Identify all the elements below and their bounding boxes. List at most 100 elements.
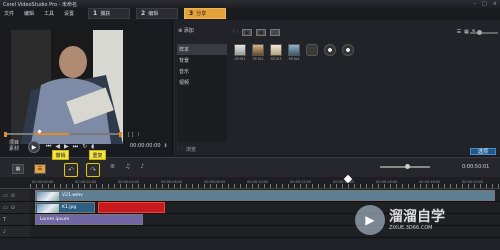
audio-thumbnail-icon (324, 44, 336, 56)
redo-button[interactable]: ↷ (86, 163, 100, 177)
timeline-ruler[interactable]: 00:00:00:00 00:00:02:00 00:00:04:00 00:0… (0, 177, 500, 189)
watermark-play-icon: ▶ (355, 205, 385, 235)
timeline-tools: ⊛ ♫ ♪ (110, 163, 144, 170)
redo-callout-label: 重复 (92, 152, 103, 159)
folder-backgrounds[interactable]: 背景 (177, 55, 227, 66)
timecode-value: 00:00:00:00 (130, 143, 161, 149)
auto-music-icon[interactable]: ♪ (140, 163, 144, 170)
thumbnail-name: SP-I02 (252, 57, 264, 61)
step-label: 捕获 (100, 11, 111, 17)
title-track-header: T (0, 214, 30, 226)
timecode[interactable]: 00:00:00:00 ⇕ (130, 143, 168, 149)
window-controls: – □ × (474, 1, 497, 7)
repeat-icon[interactable]: ↻ (82, 143, 87, 151)
timeline-zoom-knob[interactable] (405, 164, 410, 169)
thumbnail-size-knob[interactable] (477, 30, 482, 35)
clip-thumbnail (37, 192, 59, 201)
home-icon[interactable]: ⏮ (46, 143, 51, 151)
clip-name: V21.wmv (62, 193, 83, 198)
step-label: 分享 (196, 11, 207, 17)
voice-track-icon[interactable]: ♪ (3, 229, 6, 235)
step-number: 3 (189, 10, 194, 17)
play-mode-labels: 项目 素材 (9, 140, 19, 152)
close-icon[interactable]: × (493, 1, 497, 7)
clip-mode-label[interactable]: 素材 (9, 146, 19, 152)
thumbnail[interactable] (323, 44, 337, 61)
maximize-icon[interactable]: □ (482, 1, 487, 7)
video-track-icon[interactable]: ▭ (3, 193, 8, 199)
trim-start-marker[interactable] (4, 132, 7, 137)
play-button[interactable]: ▶ (28, 141, 40, 153)
undo-button[interactable]: ↶ (64, 163, 78, 177)
spinner-icon[interactable]: ⇕ (164, 143, 168, 149)
mixer-icon[interactable]: ♫ (125, 163, 130, 170)
app-title: Corel VideoStudio Pro - 未命名 (3, 1, 77, 8)
folder-samples[interactable]: 样本 (177, 44, 227, 55)
menu-edit[interactable]: 编辑 (24, 10, 34, 17)
list-view-icon[interactable]: ☰ (457, 29, 461, 35)
thumbnail[interactable] (305, 44, 319, 61)
menu-bar: 文件 编辑 工具 设置 1 捕获 2 编辑 3 分享 (0, 8, 500, 19)
options-button[interactable]: 选项 (470, 148, 496, 155)
menu-file[interactable]: 文件 (4, 10, 14, 17)
watermark-text-block: 溜溜自学 ZIXUE.3D66.COM (389, 209, 445, 231)
thumbnail[interactable]: SP-I02 (251, 44, 265, 61)
step-tab-edit[interactable]: 2 编辑 (136, 8, 178, 19)
options-label: 选项 (477, 149, 488, 155)
end-icon[interactable]: ⏭ (73, 143, 78, 151)
browse-row[interactable]: 🗀 浏览 (177, 146, 196, 154)
track-lock-icon[interactable]: ⊙ (11, 205, 15, 211)
step-tab-capture[interactable]: 1 捕获 (88, 8, 130, 19)
track-lock-icon[interactable]: ⊙ (11, 193, 15, 199)
trim-end-marker[interactable] (119, 132, 122, 137)
thumbnail-name: SP-I01 (234, 57, 246, 61)
timeline-view-button[interactable]: ☰ (34, 164, 46, 174)
undo-callout-label: 撤销 (55, 152, 66, 159)
main-menu: 文件 编辑 工具 设置 (4, 10, 82, 17)
thumbnail-image (270, 44, 282, 56)
folder-music[interactable]: 音乐 (177, 66, 227, 77)
thumbnail-view-icon[interactable]: ▦ (464, 29, 469, 35)
media-thumbnails: SP-I01 SP-I02 SP-I03 SP-I04 (233, 44, 355, 61)
split-icon[interactable]: ⌇ (138, 132, 140, 138)
selected-overlay-clip[interactable] (98, 202, 165, 213)
show-photo-toggle[interactable]: ▣ (256, 29, 267, 36)
add-folder-button[interactable]: ⊕ 添加 (178, 27, 194, 34)
add-label: 添加 (183, 28, 194, 34)
thumbnail-size-slider[interactable] (470, 32, 498, 34)
menu-tools[interactable]: 工具 (44, 10, 54, 17)
minimize-icon[interactable]: – (474, 1, 477, 7)
media-filters: 🗀 ▣ ▣ ♪ (233, 29, 281, 37)
show-video-toggle[interactable]: ▣ (242, 29, 253, 36)
thumbnail[interactable]: SP-I04 (287, 44, 301, 61)
ruler-ticks (30, 184, 500, 188)
video-clip[interactable]: V21.wmv (35, 190, 495, 201)
mark-in-out-icon[interactable]: [ ] (128, 132, 134, 138)
step-number: 2 (141, 10, 146, 17)
menu-settings[interactable]: 设置 (64, 10, 74, 17)
player-panel: [ ] ⌇ 项目 素材 ▶ ⏮ ◀ ▶ ⏭ ↻ ◖ 00:00:00:00 ⇕ (0, 20, 172, 155)
thumbnail-image (306, 44, 318, 56)
redo-icon: ↷ (90, 166, 96, 174)
step-tab-share[interactable]: 3 分享 (184, 8, 226, 19)
trim-buttons[interactable]: [ ] ⌇ (128, 132, 140, 138)
thumbnail[interactable]: SP-I03 (269, 44, 283, 61)
overlay-track-icon[interactable]: ▭ (3, 205, 8, 211)
storyboard-view-button[interactable]: ▦ (12, 164, 24, 174)
thumbnail-name: SP-I04 (288, 57, 300, 61)
title-clip[interactable]: Lorem ipsum (35, 214, 143, 225)
overlay-clip[interactable]: K1.jpg (35, 202, 95, 213)
thumbnail[interactable]: SP-I01 (233, 44, 247, 61)
browse-folder-icon[interactable]: 🗀 (177, 146, 182, 154)
show-audio-toggle[interactable]: ♪ (270, 29, 281, 36)
thumbnail[interactable] (341, 44, 355, 61)
folder-icon[interactable]: 🗀 (233, 29, 238, 37)
thumbnail-name: SP-I03 (270, 57, 282, 61)
title-track-icon[interactable]: T (3, 217, 6, 223)
scrubber[interactable] (4, 129, 122, 137)
watermark-subtext: ZIXUE.3D66.COM (389, 224, 433, 231)
clip-name: K1.jpg (62, 205, 77, 210)
folder-video[interactable]: 视频 (177, 77, 227, 88)
record-capture-icon[interactable]: ⊛ (110, 163, 115, 170)
clip-name: Lorem ipsum (40, 217, 70, 222)
